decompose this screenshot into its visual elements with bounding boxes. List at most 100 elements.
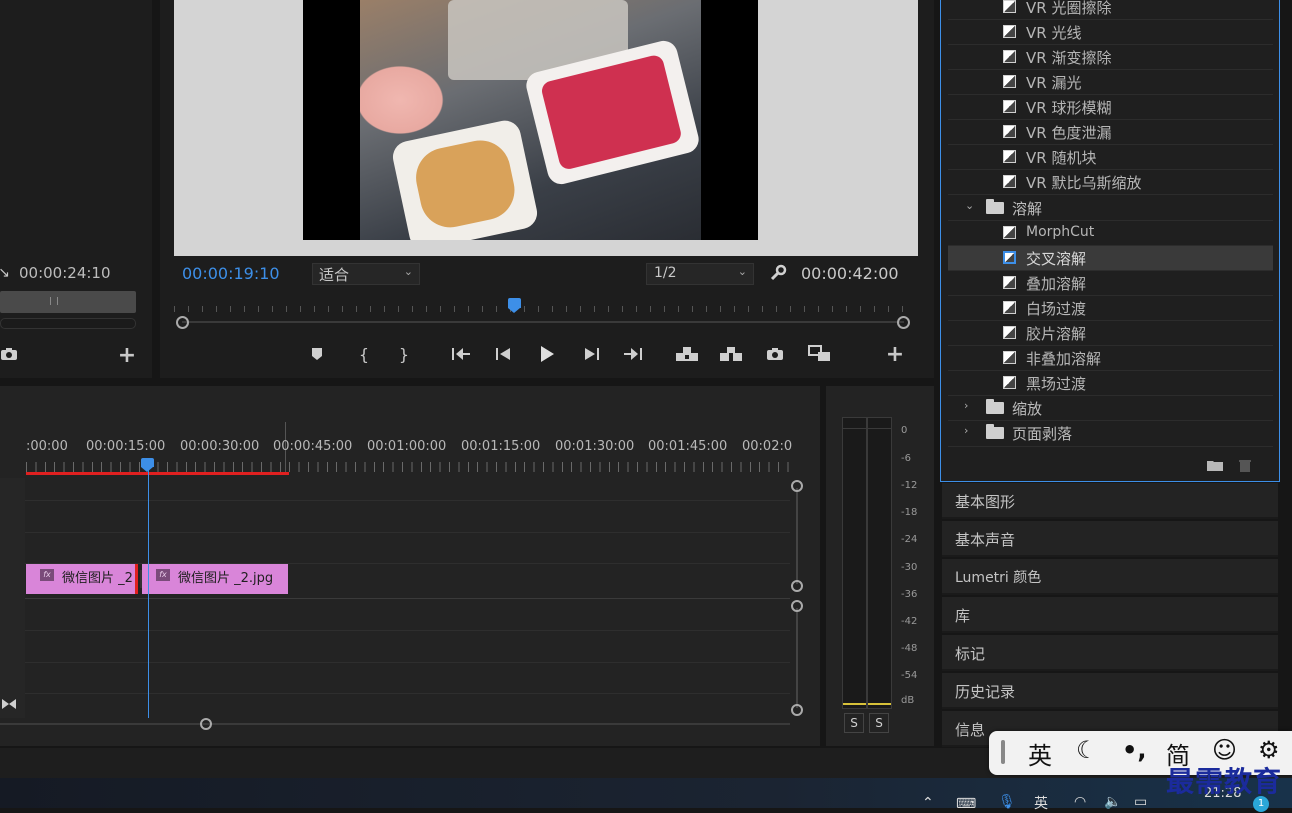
scroll-handle-bottom[interactable] <box>791 580 803 592</box>
effect-item[interactable]: VR 光线 <box>948 20 1273 44</box>
chevron-down-icon[interactable]: ⌄ <box>965 199 974 212</box>
fit-dropdown[interactable]: 适合 ⌄ <box>312 263 420 285</box>
program-ruler[interactable] <box>174 298 910 312</box>
new-bin-icon[interactable] <box>1206 458 1224 472</box>
export-frame-icon[interactable] <box>0 346 18 362</box>
effect-item[interactable]: VR 默比乌斯缩放 <box>948 170 1273 194</box>
effect-item[interactable]: VR 漏光 <box>948 70 1273 94</box>
chevron-right-icon[interactable]: › <box>964 424 968 437</box>
effect-item[interactable]: VR 色度泄漏 <box>948 120 1273 144</box>
effect-item[interactable]: VR 随机块 <box>948 145 1273 169</box>
folder-dissolve[interactable]: ⌄ 溶解 <box>948 196 1273 220</box>
audio-meter-left <box>842 417 867 709</box>
watermark-text: 最需教育 <box>1166 765 1283 798</box>
scroll-handle-bottom[interactable] <box>791 704 803 716</box>
effect-item[interactable]: 非叠加溶解 <box>948 346 1273 370</box>
punctuation-icon[interactable]: •, <box>1122 736 1146 764</box>
effect-item[interactable]: VR 渐变擦除 <box>948 45 1273 69</box>
scroll-end-handle[interactable] <box>897 316 910 329</box>
settings-wrench-icon[interactable] <box>768 264 788 282</box>
video-clip[interactable]: fx 微信图片 _2 <box>26 564 136 594</box>
effect-item[interactable]: 叠加溶解 <box>948 271 1273 295</box>
h-scroll-handle[interactable] <box>200 718 212 730</box>
transition-icon <box>1003 125 1016 138</box>
db-scale-label: -36 <box>901 589 918 600</box>
add-button-icon[interactable]: + <box>886 342 904 367</box>
scroll-grip-icon <box>50 297 58 305</box>
os-taskbar <box>0 778 1292 808</box>
playhead-marker[interactable] <box>508 298 521 308</box>
go-to-out-icon[interactable] <box>622 345 644 363</box>
tray-language[interactable]: 英 <box>1034 793 1048 813</box>
ime-drag-handle[interactable] <box>1001 740 1005 764</box>
snap-link-icon[interactable] <box>0 696 18 712</box>
track-divider <box>25 598 790 599</box>
add-marker-icon[interactable] <box>309 345 325 363</box>
effect-item[interactable]: 白场过渡 <box>948 296 1273 320</box>
effect-item[interactable]: 胶片溶解 <box>948 321 1273 345</box>
solo-left-button[interactable]: S <box>844 713 864 733</box>
ruler-label: 00:00:45:00 <box>273 439 353 454</box>
ruler-label: :00:00 <box>26 439 68 454</box>
source-zoom-scrollbar[interactable] <box>0 291 136 313</box>
add-button-icon[interactable]: + <box>118 343 136 368</box>
video-tracks-scrollbar[interactable] <box>791 480 803 592</box>
video-clip[interactable]: fx 微信图片 _2.jpg <box>142 564 288 594</box>
folder-page-peel[interactable]: › 页面剥落 <box>948 421 1273 445</box>
transition-icon <box>1003 25 1016 38</box>
extract-icon[interactable] <box>719 345 743 363</box>
panel-tab-essential-graphics[interactable]: 基本图形 <box>942 483 1278 519</box>
scroll-start-handle[interactable] <box>176 316 189 329</box>
effect-item[interactable]: 黑场过渡 <box>948 371 1273 395</box>
moon-icon[interactable]: ☾ <box>1076 736 1098 764</box>
folder-zoom[interactable]: › 缩放 <box>948 396 1273 420</box>
timeline-horizontal-scrollbar[interactable] <box>0 718 790 730</box>
source-scrubber[interactable] <box>0 318 136 329</box>
db-scale-label: -30 <box>901 562 918 573</box>
folder-icon <box>986 399 1004 414</box>
scroll-handle-top[interactable] <box>791 480 803 492</box>
wrench-icon[interactable]: ↘ <box>0 264 10 282</box>
mark-in-icon[interactable]: { <box>356 345 372 364</box>
go-to-in-icon[interactable] <box>450 345 472 363</box>
ime-language-toggle[interactable]: 英 <box>1028 736 1052 771</box>
lift-icon[interactable] <box>675 345 699 363</box>
effect-item-selected[interactable]: 交叉溶解 <box>948 246 1273 270</box>
resolution-dropdown[interactable]: 1/2 ⌄ <box>646 263 754 285</box>
program-current-time[interactable]: 00:00:19:10 <box>182 264 280 283</box>
playhead-point <box>508 308 520 313</box>
effect-item[interactable]: VR 球形模糊 <box>948 95 1273 119</box>
panel-tab-markers[interactable]: 标记 <box>942 635 1278 671</box>
compare-view-icon[interactable] <box>807 344 833 364</box>
camera-icon[interactable] <box>765 345 785 363</box>
transition-icon <box>1003 150 1016 163</box>
panel-tab-libraries[interactable]: 库 <box>942 597 1278 633</box>
scroll-handle-top[interactable] <box>791 600 803 612</box>
transition-edit-point[interactable] <box>135 564 138 594</box>
panel-tab-lumetri-color[interactable]: Lumetri 颜色 <box>942 559 1278 595</box>
track-divider <box>25 662 790 663</box>
transition-icon <box>1003 226 1016 239</box>
transition-icon <box>1003 75 1016 88</box>
transition-icon <box>1003 301 1016 314</box>
mark-out-icon[interactable]: } <box>396 345 412 364</box>
timeline-playhead-marker[interactable] <box>141 458 154 467</box>
program-scroll-track[interactable] <box>176 316 910 329</box>
solo-right-button[interactable]: S <box>869 713 889 733</box>
step-forward-icon[interactable] <box>582 345 602 363</box>
plate-snacks <box>389 117 541 240</box>
work-area-bar[interactable] <box>26 472 289 475</box>
trash-icon[interactable] <box>1237 457 1253 473</box>
audio-meter-right <box>867 417 892 709</box>
play-icon[interactable] <box>536 344 558 364</box>
show-hidden-icons-icon[interactable]: ⌃ <box>922 795 934 811</box>
effect-item[interactable]: MorphCut <box>948 221 1273 245</box>
audio-tracks-scrollbar[interactable] <box>791 600 803 716</box>
step-back-icon[interactable] <box>493 345 513 363</box>
effect-item[interactable]: VR 光圈擦除 <box>948 0 1273 19</box>
chevron-right-icon[interactable]: › <box>964 399 968 412</box>
panel-tab-essential-sound[interactable]: 基本声音 <box>942 521 1278 557</box>
keyboard-icon[interactable]: ⌨ <box>956 796 976 812</box>
panel-tab-history[interactable]: 历史记录 <box>942 673 1278 709</box>
track-divider <box>25 630 790 631</box>
